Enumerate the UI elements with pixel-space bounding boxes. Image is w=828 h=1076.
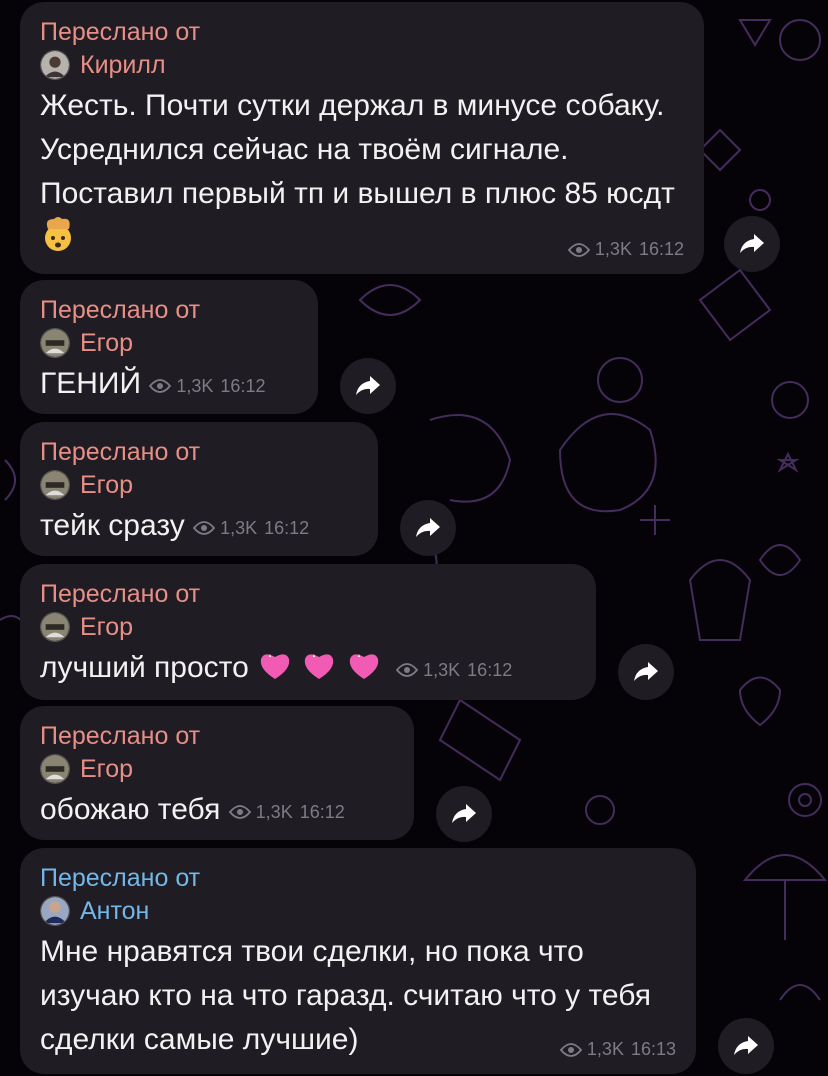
exploding-head-emoji — [45, 217, 71, 251]
eye-icon — [567, 242, 590, 257]
share-button[interactable] — [436, 786, 492, 842]
forwarded-from-label: Переслано от — [40, 580, 201, 608]
forwarded-from-label: Переслано от — [40, 864, 201, 892]
share-arrow-icon — [416, 518, 440, 537]
message-bubble[interactable]: Переслано от Егор ГЕНИЙ 1,3K 16:12 — [20, 280, 318, 414]
eye-icon — [193, 521, 216, 535]
avatar — [40, 470, 70, 500]
avatar — [40, 50, 70, 80]
share-button[interactable] — [618, 644, 674, 700]
message-meta: 1,3K 16:12 — [149, 364, 265, 408]
eye-icon — [149, 379, 172, 393]
author-name: Егор — [80, 612, 134, 641]
timestamp: 16:12 — [220, 376, 266, 396]
share-button[interactable] — [724, 216, 780, 272]
message-meta: 1,3K 16:13 — [559, 1039, 676, 1060]
view-count: 1,3K — [423, 660, 461, 680]
message-meta: 1,3K 16:12 — [193, 506, 309, 550]
timestamp: 16:12 — [299, 802, 345, 822]
message-text: Жесть. Почти сутки держал в минусе собак… — [40, 84, 684, 260]
message-meta: 1,3K 16:12 — [396, 648, 512, 692]
message-text: обожаю тебя 1,3K 16:12 — [40, 788, 394, 834]
share-button[interactable] — [400, 500, 456, 556]
forward-author[interactable]: Егор — [40, 610, 576, 644]
share-arrow-icon — [740, 234, 764, 253]
author-name: Антон — [80, 896, 150, 925]
avatar — [40, 328, 70, 358]
message-bubble[interactable]: Переслано от Антон Мне нравятся твои сде… — [20, 848, 696, 1074]
message-bubble[interactable]: Переслано от Егор обожаю тебя 1,3K 16:12 — [20, 706, 414, 840]
message-text: тейк сразу 1,3K 16:12 — [40, 504, 358, 550]
message-text: лучший просто 1,3K 16:12 — [40, 646, 576, 692]
view-count: 1,3K — [220, 518, 258, 538]
eye-icon — [228, 805, 251, 819]
view-count: 1,3K — [255, 802, 293, 822]
avatar — [40, 754, 70, 784]
sparkling-heart-emoji — [349, 654, 379, 679]
view-count: 1,3K — [586, 1039, 624, 1059]
message-meta: 1,3K 16:12 — [567, 239, 684, 260]
message-meta: 1,3K 16:12 — [228, 790, 345, 834]
timestamp: 16:12 — [467, 660, 513, 680]
timestamp: 16:12 — [264, 518, 310, 538]
share-arrow-icon — [634, 662, 658, 681]
author-name: Кирилл — [80, 50, 166, 79]
forward-author[interactable]: Егор — [40, 752, 394, 786]
author-name: Егор — [80, 470, 134, 499]
share-button[interactable] — [718, 1018, 774, 1074]
forwarded-from-label: Переслано от — [40, 722, 201, 750]
eye-icon — [396, 663, 419, 677]
sparkling-heart-emoji — [260, 654, 290, 679]
view-count: 1,3K — [176, 376, 214, 396]
author-name: Егор — [80, 754, 134, 783]
message-text: ГЕНИЙ 1,3K 16:12 — [40, 362, 298, 408]
forwarded-from-label: Переслано от — [40, 438, 201, 466]
timestamp: 16:13 — [630, 1039, 676, 1059]
message-bubble[interactable]: Переслано от Егор лучший просто 1,3K 16:… — [20, 564, 596, 700]
share-arrow-icon — [452, 804, 476, 823]
message-bubble[interactable]: Переслано от Кирилл Жесть. Почти сутки д… — [20, 2, 704, 274]
avatar — [40, 612, 70, 642]
sparkling-heart-emoji — [305, 654, 334, 679]
forwarded-from-label: Переслано от — [40, 18, 201, 46]
forward-author[interactable]: Егор — [40, 326, 298, 360]
author-name: Егор — [80, 328, 134, 357]
forward-author[interactable]: Антон — [40, 894, 676, 928]
share-arrow-icon — [734, 1036, 758, 1055]
avatar — [40, 896, 70, 926]
view-count: 1,3K — [594, 239, 632, 259]
forward-author[interactable]: Кирилл — [40, 48, 684, 82]
eye-icon — [559, 1042, 582, 1057]
share-button[interactable] — [340, 358, 396, 414]
timestamp: 16:12 — [638, 239, 684, 259]
share-arrow-icon — [356, 376, 380, 395]
forward-author[interactable]: Егор — [40, 468, 358, 502]
forwarded-from-label: Переслано от — [40, 296, 201, 324]
message-bubble[interactable]: Переслано от Егор тейк сразу 1,3K 16:12 — [20, 422, 378, 556]
